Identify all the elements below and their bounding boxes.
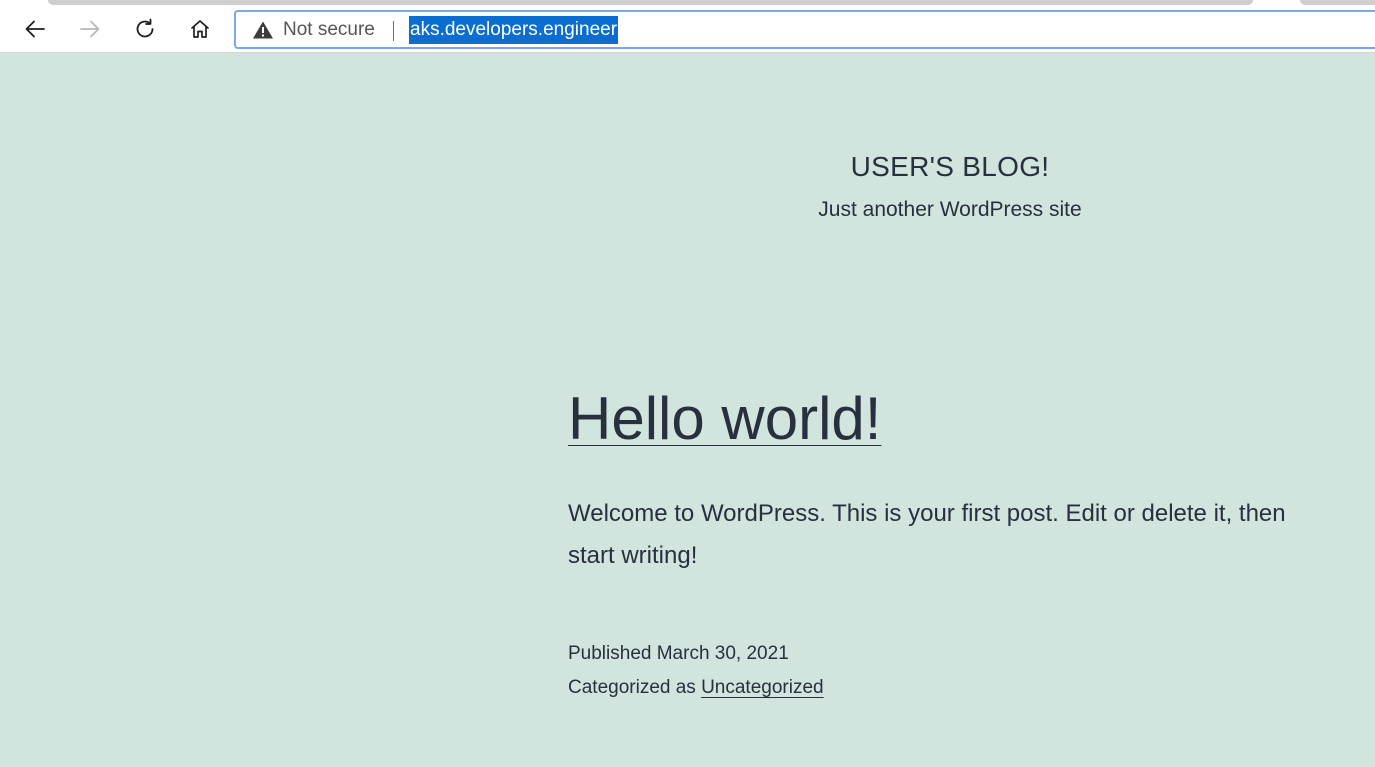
site-title[interactable]: USER'S BLOG! bbox=[700, 151, 1200, 183]
browser-toolbar: Not secure aks.developers.engineer bbox=[0, 0, 1375, 53]
security-status-label[interactable]: Not secure bbox=[283, 19, 375, 41]
post-title-link[interactable]: Hello world! bbox=[568, 380, 881, 458]
home-button[interactable] bbox=[181, 10, 219, 48]
address-bar[interactable]: Not secure aks.developers.engineer bbox=[234, 10, 1375, 49]
post-content: Welcome to WordPress. This is your first… bbox=[568, 500, 1286, 569]
home-icon bbox=[191, 20, 209, 38]
category-label: Categorized as bbox=[568, 677, 696, 698]
reload-button[interactable] bbox=[126, 10, 164, 48]
tab-strip-edge-right bbox=[1300, 0, 1375, 5]
arrow-right-icon bbox=[80, 20, 100, 38]
url-text[interactable]: aks.developers.engineer bbox=[409, 16, 619, 44]
address-divider bbox=[393, 21, 394, 41]
post-categories: Categorized as Uncategorized bbox=[568, 677, 824, 699]
post-published: Published March 30, 2021 bbox=[568, 643, 789, 665]
reload-icon bbox=[136, 18, 154, 38]
published-date: March 30, 2021 bbox=[656, 643, 789, 664]
warning-triangle-icon[interactable] bbox=[252, 20, 274, 40]
category-link-uncategorized[interactable]: Uncategorized bbox=[701, 677, 824, 698]
arrow-left-icon bbox=[25, 20, 45, 38]
back-button[interactable] bbox=[16, 10, 54, 48]
published-label: Published bbox=[568, 643, 652, 664]
forward-button[interactable] bbox=[71, 10, 109, 48]
tab-strip-edge bbox=[48, 0, 1253, 5]
site-description: Just another WordPress site bbox=[818, 198, 1082, 221]
